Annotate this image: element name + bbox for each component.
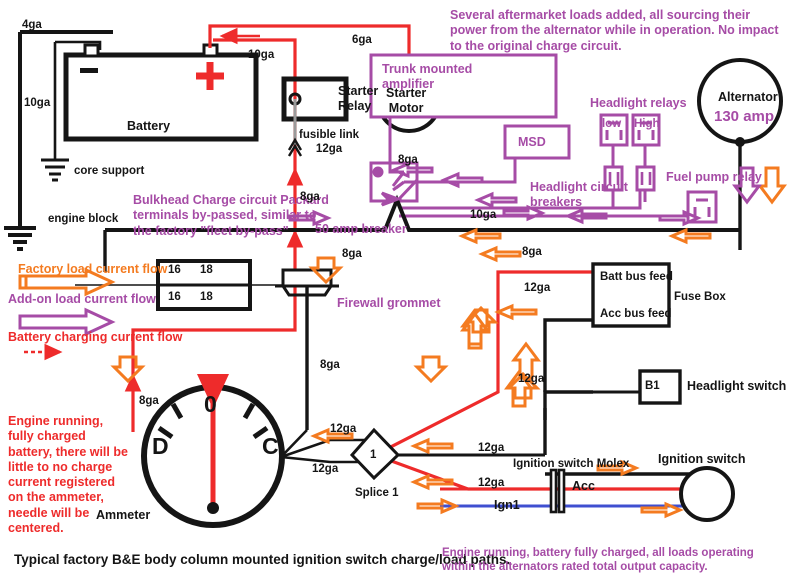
- battery-label: Battery: [127, 119, 171, 133]
- gauge-8ga-bulkhead: 8ga: [300, 191, 320, 203]
- gauge-8ga-ammeter-in: 8ga: [139, 395, 159, 407]
- relay-high-label: High: [634, 118, 660, 130]
- terminal-16-bottom: 16: [168, 291, 181, 303]
- gauge-10ga-ground: 10ga: [24, 97, 51, 109]
- trunk-amplifier-label: Trunk mounted amplifier: [382, 62, 473, 92]
- ignition-switch-label: Ignition switch: [658, 452, 746, 466]
- headlight-switch-label: Headlight switch: [687, 379, 787, 393]
- terminal-18-top: 18: [200, 264, 213, 276]
- note-aftermarket-loads: Several aftermarket loads added, all sou…: [450, 8, 779, 53]
- batt-bus-feed-label: Batt bus feed: [600, 271, 673, 283]
- splice-label: Splice 1: [355, 487, 399, 499]
- fuel-pump-relay-label: Fuel pump relay: [666, 170, 762, 184]
- gauge-8ga-alt-bus: 8ga: [522, 246, 542, 258]
- gauge-12ga-fusebox: 12ga: [524, 282, 551, 294]
- gauge-12ga-splice-out: 12ga: [478, 442, 505, 454]
- acc-wire-label: Acc: [572, 479, 595, 493]
- fuse-box-label: Fuse Box: [674, 291, 726, 303]
- starter-relay-label: Starter Relay: [338, 84, 379, 114]
- fusible-link-label: fusible link 12ga: [299, 129, 360, 156]
- terminal-16-top: 16: [168, 264, 181, 276]
- caption-right: Engine running, battery fully charged, a…: [442, 547, 754, 574]
- msd-label: MSD: [518, 135, 546, 149]
- terminal-18-bottom: 18: [200, 291, 213, 303]
- splice-number: 1: [370, 449, 377, 461]
- core-support-label: core support: [74, 165, 145, 177]
- firewall-grommet-label: Firewall grommet: [337, 296, 441, 310]
- headlight-switch-terminal: B1: [645, 380, 660, 392]
- relay-low-label: low: [602, 118, 622, 130]
- wiring-diagram: 4ga 10ga Battery core support engine blo…: [0, 0, 800, 582]
- fuel-pump-relay-body: [686, 190, 718, 224]
- gauge-12ga-splice-top: 12ga: [330, 423, 357, 435]
- gauge-4ga-ground: 4ga: [22, 19, 42, 31]
- ignition-molex-label: Ignition switch Molex: [513, 458, 630, 470]
- gauge-10ga-battery-pos: 10ga: [248, 49, 275, 61]
- breaker-50amp-label: 50 amp breaker: [315, 222, 407, 236]
- black-accessory-wires: [543, 318, 593, 455]
- ammeter-charge-mark: C: [262, 433, 279, 459]
- gauge-10ga-relay-bus: 10ga: [470, 209, 497, 221]
- engine-block-label: engine block: [48, 213, 119, 225]
- gauge-8ga-grommet-down: 8ga: [320, 359, 340, 371]
- gauge-12ga-splice-red: 12ga: [478, 477, 505, 489]
- gauge-6ga-starter: 6ga: [352, 34, 372, 46]
- headlight-relays-title: Headlight relays: [590, 96, 687, 110]
- headlight-breakers-label: Headlight circuit breakers: [530, 180, 628, 210]
- legend-addon-label: Add-on load current flow: [8, 292, 156, 306]
- gauge-12ga-splice-bottom: 12ga: [312, 463, 339, 475]
- caption-main: Typical factory B&E body column mounted …: [14, 552, 511, 567]
- acc-bus-feed-label: Acc bus feed: [600, 308, 672, 320]
- ammeter-zero-mark: 0: [204, 391, 217, 417]
- alternator-rating: 130 amp: [714, 108, 775, 125]
- ignition-switch-body: [679, 466, 735, 522]
- ign1-wire-label: Ign1: [494, 498, 520, 512]
- alternator-name: Alternator: [718, 90, 778, 104]
- gauge-12ga-hlsw: 12ga: [518, 373, 545, 385]
- gauge-8ga-breaker-out: 8ga: [342, 248, 362, 260]
- ammeter-discharge-mark: D: [152, 433, 169, 459]
- legend-charging-label: Battery charging current flow: [8, 330, 183, 344]
- legend-factory-label: Factory load current flow: [18, 262, 168, 276]
- gauge-8ga-amp-feed: 8ga: [398, 154, 418, 166]
- ammeter-label: Ammeter: [96, 508, 151, 522]
- breaker-high-body: [635, 165, 656, 192]
